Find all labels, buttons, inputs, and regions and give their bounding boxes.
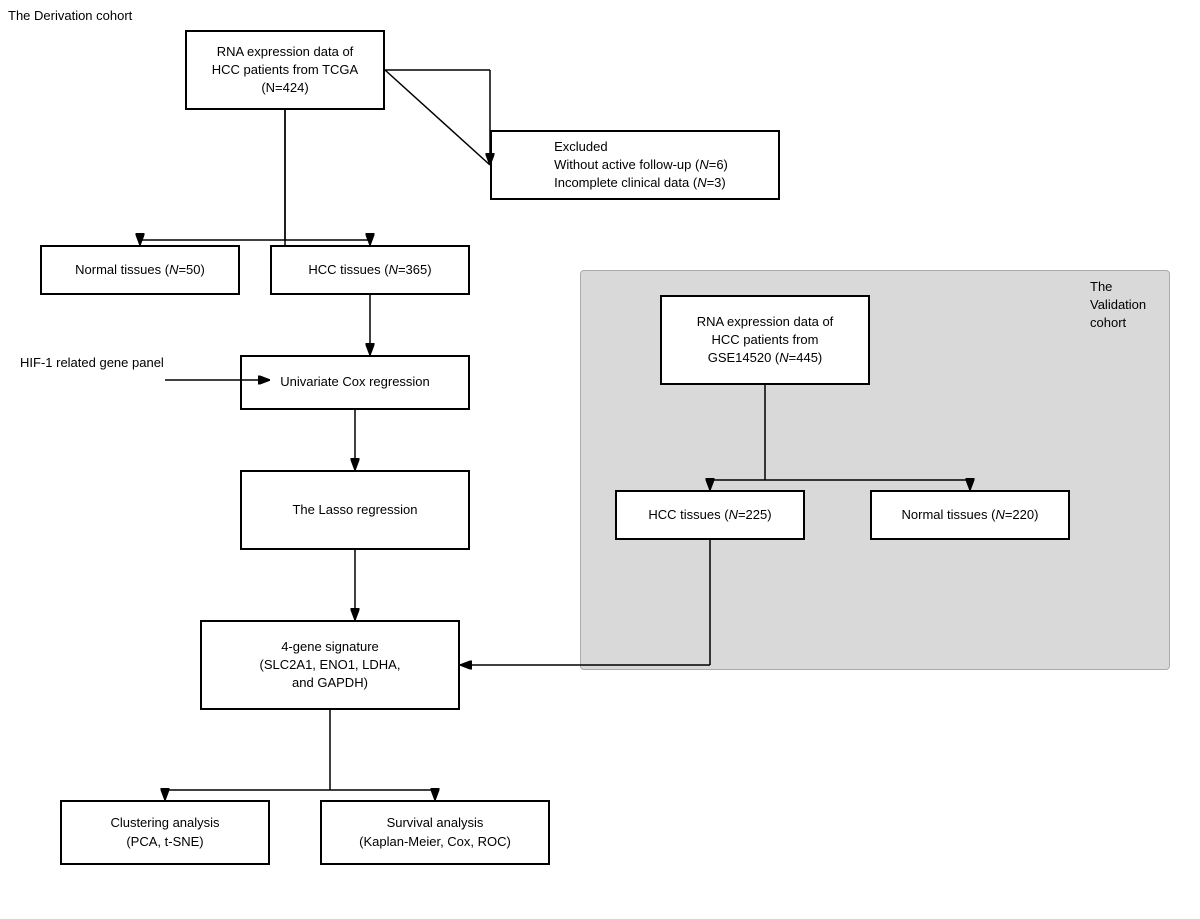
- normal-tissues-right-box: Normal tissues (N=220): [870, 490, 1070, 540]
- hcc-tissues-right-text: HCC tissues (N=225): [648, 506, 771, 524]
- clustering-text: Clustering analysis(PCA, t-SNE): [110, 814, 219, 850]
- gse-box: RNA expression data ofHCC patients fromG…: [660, 295, 870, 385]
- univariate-cox-box: Univariate Cox regression: [240, 355, 470, 410]
- normal-tissues-left-box: Normal tissues (N=50): [40, 245, 240, 295]
- normal-tissues-right-text: Normal tissues (N=220): [902, 506, 1039, 524]
- hcc-tissues-left-box: HCC tissues (N=365): [270, 245, 470, 295]
- four-gene-box: 4-gene signature(SLC2A1, ENO1, LDHA,and …: [200, 620, 460, 710]
- diagram-container: The Derivation cohort The Validation coh…: [0, 0, 1200, 919]
- tcga-to-excluded-line: [385, 70, 490, 165]
- derivation-cohort-label: The Derivation cohort: [8, 8, 132, 23]
- hcc-tissues-left-text: HCC tissues (N=365): [308, 261, 431, 279]
- hcc-tissues-right-box: HCC tissues (N=225): [615, 490, 805, 540]
- survival-text: Survival analysis(Kaplan-Meier, Cox, ROC…: [359, 814, 511, 850]
- gse-text: RNA expression data ofHCC patients fromG…: [697, 313, 834, 368]
- tcga-box: RNA expression data of HCC patients from…: [185, 30, 385, 110]
- four-gene-text: 4-gene signature(SLC2A1, ENO1, LDHA,and …: [260, 638, 401, 693]
- lasso-box: The Lasso regression: [240, 470, 470, 550]
- excluded-box: ExcludedWithout active follow-up (N=6)In…: [490, 130, 780, 200]
- validation-cohort-label: The Validation cohort: [1090, 278, 1170, 333]
- clustering-box: Clustering analysis(PCA, t-SNE): [60, 800, 270, 865]
- normal-tissues-left-text: Normal tissues (N=50): [75, 261, 205, 279]
- hif-panel-label: HIF-1 related gene panel: [20, 355, 164, 370]
- excluded-text: ExcludedWithout active follow-up (N=6)In…: [554, 138, 728, 193]
- survival-box: Survival analysis(Kaplan-Meier, Cox, ROC…: [320, 800, 550, 865]
